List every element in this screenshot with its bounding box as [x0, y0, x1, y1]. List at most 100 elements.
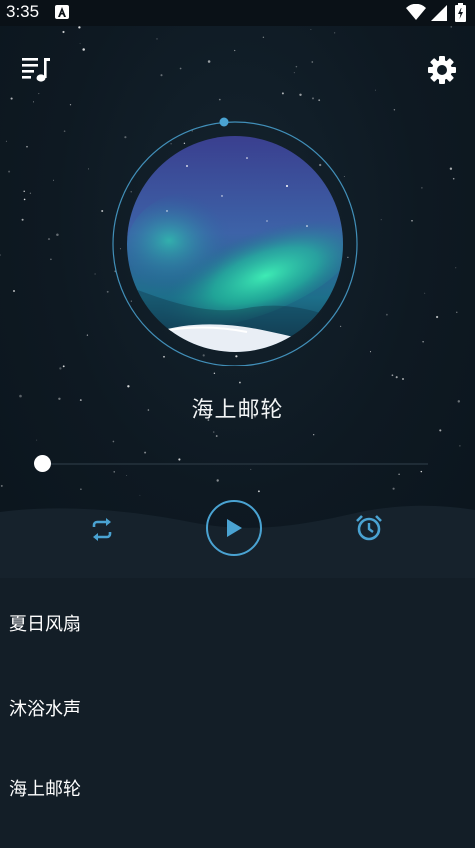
album-disc: [110, 116, 360, 366]
notification-a-icon: [55, 5, 69, 19]
star-dot: [455, 267, 457, 269]
album-art-aurora: [127, 136, 343, 352]
status-time: 3:35: [6, 2, 40, 21]
star-dot: [213, 372, 216, 374]
star-dot: [311, 97, 315, 100]
star-dot: [178, 458, 181, 461]
track-label: 沐浴水声: [9, 699, 81, 720]
star-dot: [69, 104, 72, 106]
star-dot: [299, 93, 302, 97]
star-dot: [402, 378, 404, 380]
battery-icon: [455, 3, 466, 22]
progress-track[interactable]: [42, 463, 428, 465]
star-dot: [62, 365, 65, 368]
star-dot: [21, 218, 24, 221]
star-dot: [10, 97, 13, 100]
track-label: 夏日风扇: [9, 614, 81, 635]
star-dot: [112, 440, 115, 443]
star-dot: [450, 26, 452, 28]
star-dot: [63, 130, 66, 133]
track-label: 海上邮轮: [9, 779, 81, 800]
star-dot: [0, 254, 1, 256]
star-dot: [80, 488, 82, 491]
star-dot: [380, 219, 382, 221]
star-dot: [23, 190, 25, 193]
star-dot: [392, 487, 395, 490]
star-dot: [295, 65, 298, 68]
track-item[interactable]: 沐浴水声: [0, 668, 475, 748]
star-dot: [449, 167, 453, 170]
star-dot: [106, 290, 109, 293]
track-item[interactable]: 海上邮轮: [0, 748, 475, 828]
star-dot: [207, 60, 211, 63]
star-dot: [435, 315, 439, 319]
star-dot: [101, 209, 104, 213]
play-button[interactable]: [206, 500, 262, 556]
star-dot: [50, 258, 52, 261]
star-dot: [311, 61, 314, 63]
star-dot: [47, 238, 51, 241]
star-dot: [78, 26, 81, 29]
star-dot: [88, 168, 89, 170]
star-dot: [79, 43, 81, 45]
star-dot: [218, 98, 221, 101]
now-playing-title: 海上邮轮: [191, 398, 284, 423]
signal-icon: [431, 5, 447, 21]
app-root: 3:35 海上邮轮 夏日风扇 沐浴水声 海上邮轮: [0, 0, 475, 848]
star-dot: [318, 99, 321, 102]
star-dot: [23, 198, 26, 201]
star-dot: [160, 74, 163, 77]
star-dot: [33, 101, 34, 103]
star-dot: [139, 494, 141, 496]
star-dot: [424, 292, 426, 294]
star-dot: [86, 334, 89, 336]
star-dot: [250, 468, 252, 470]
gear-icon[interactable]: [426, 54, 458, 86]
star-dot: [179, 67, 182, 70]
star-dot: [386, 313, 388, 316]
star-dot: [439, 429, 442, 432]
star-dot: [456, 311, 458, 313]
star-dot: [257, 490, 260, 493]
star-dot: [369, 351, 372, 353]
star-dot: [5, 140, 7, 142]
star-dot: [310, 29, 312, 31]
star-dot: [216, 479, 219, 482]
star-dot: [26, 145, 28, 148]
star-dot: [12, 289, 16, 293]
star-dot: [262, 36, 265, 38]
star-dot: [452, 177, 455, 180]
star-dot: [422, 341, 424, 343]
star-dot: [411, 219, 413, 222]
star-dot: [393, 109, 396, 111]
star-dot: [56, 233, 59, 237]
track-list: 夏日风扇 沐浴水声 海上邮轮: [0, 578, 475, 848]
star-dot: [421, 187, 423, 189]
star-dot: [313, 434, 315, 436]
playlist-music-icon[interactable]: [20, 54, 52, 84]
star-dot: [53, 179, 54, 181]
player-panel: 海上邮轮: [0, 26, 475, 578]
track-item[interactable]: 夏日风扇: [0, 578, 475, 668]
status-bar: 3:35: [0, 0, 475, 26]
star-dot: [215, 435, 218, 437]
star-dot: [126, 475, 128, 476]
play-icon: [227, 519, 242, 537]
star-dot: [82, 48, 85, 51]
star-dot: [459, 445, 461, 447]
star-dot: [374, 89, 377, 91]
progress-thumb[interactable]: [34, 455, 51, 472]
star-dot: [238, 381, 241, 384]
star-dot: [334, 32, 336, 34]
repeat-icon[interactable]: [87, 515, 117, 545]
star-dot: [234, 49, 236, 52]
alarm-clock-icon[interactable]: [353, 512, 385, 544]
star-dot: [420, 470, 423, 473]
star-dot: [59, 367, 62, 370]
star-dot: [29, 192, 32, 194]
star-dot: [62, 30, 65, 34]
star-dot: [127, 385, 130, 388]
star-dot: [8, 170, 11, 173]
star-dot: [0, 484, 3, 487]
star-dot: [293, 72, 295, 74]
